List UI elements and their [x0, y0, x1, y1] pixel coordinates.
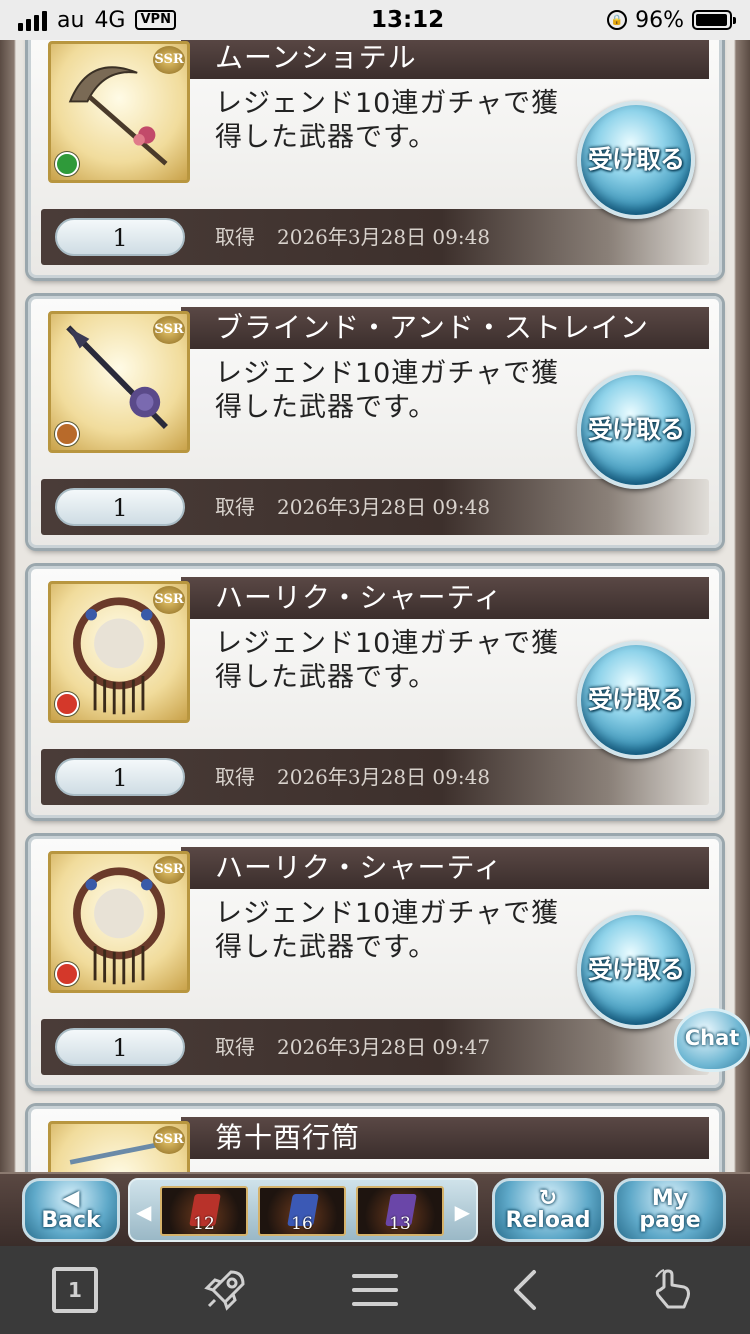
item-description: レジェンド10連ガチャで獲 得した武器です。	[215, 898, 560, 963]
battery-icon	[692, 10, 736, 30]
network-type: 4G	[94, 7, 126, 33]
gift-card: ブラインド・アンド・ストレイン SSR レジェンド10連ガチャで獲 得した武器で…	[28, 296, 722, 548]
gift-card: ハーリク・シャーティ SSR レジェンド10連ガチャで獲 得した武器です。 1 …	[28, 836, 722, 1088]
weapon-thumbnail[interactable]: SSR	[48, 851, 190, 993]
quantity: 1	[55, 218, 185, 256]
browser-toolbar: 1	[0, 1246, 750, 1334]
item-description: レジェンド10連ガチャで獲 得した武器です。	[215, 628, 560, 693]
item-shortcut[interactable]: 12	[160, 1186, 248, 1236]
gesture-button[interactable]	[645, 1260, 705, 1320]
receive-button[interactable]: 受け取る	[577, 101, 695, 219]
carrier: au	[57, 7, 85, 33]
quantity: 1	[55, 488, 185, 526]
gift-card: ムーンショテル SSR レジェンド10連ガチャで獲 得した武器です。 1 取得 2…	[28, 40, 722, 278]
receive-button[interactable]: 受け取る	[577, 371, 695, 489]
item-name: 第十酉行筒	[181, 1117, 709, 1159]
quantity: 1	[55, 1028, 185, 1066]
rarity-badge: SSR	[153, 1126, 185, 1154]
reload-icon: ↻	[538, 1186, 558, 1211]
back-button[interactable]: ◀ Back	[22, 1178, 120, 1242]
reload-button[interactable]: ↻ Reload	[492, 1178, 604, 1242]
weapon-thumbnail[interactable]: SSR	[48, 581, 190, 723]
rarity-badge: SSR	[153, 856, 185, 884]
tabs-icon: 1	[52, 1267, 98, 1313]
game-nav-bar: ◀ Back ◀ 12 16 13 ▶ ↻ Reload My page	[0, 1172, 750, 1246]
item-description: レジェンド10連ガチャで獲 得した武器です。	[215, 88, 560, 153]
rocket-icon	[204, 1270, 245, 1311]
obtained-info: 取得 2026年3月28日 09:48	[215, 495, 491, 519]
item-footer: 1 取得 2026年3月28日 09:47	[41, 1019, 709, 1075]
obtained-info: 取得 2026年3月28日 09:47	[215, 1035, 491, 1059]
menu-button[interactable]	[345, 1260, 405, 1320]
back-arrow-icon: ◀	[62, 1186, 80, 1211]
weapon-thumbnail[interactable]: SSR	[48, 41, 190, 183]
rocket-button[interactable]	[195, 1260, 255, 1320]
clock: 13:12	[370, 7, 445, 33]
item-description: レジェンド10連ガチャで獲 得した武器です。	[215, 358, 560, 423]
fire-element-icon	[55, 962, 79, 986]
item-footer: 1 取得 2026年3月28日 09:48	[41, 209, 709, 265]
item-name: ハーリク・シャーティ	[181, 577, 709, 619]
status-bar: au 4G VPN 13:12 🔒 96%	[0, 0, 750, 40]
item-shortcut[interactable]: 13	[356, 1186, 444, 1236]
receive-button[interactable]: 受け取る	[577, 911, 695, 1029]
quantity: 1	[55, 758, 185, 796]
chat-button[interactable]: Chat	[674, 1008, 750, 1072]
mypage-button[interactable]: My page	[614, 1178, 726, 1242]
gift-card: ハーリク・シャーティ SSR レジェンド10連ガチャで獲 得した武器です。 1 …	[28, 566, 722, 818]
gesture-hand-icon	[655, 1269, 690, 1309]
rarity-badge: SSR	[153, 586, 185, 614]
obtained-info: 取得 2026年3月28日 09:48	[215, 765, 491, 789]
rotation-lock-icon: 🔒	[607, 10, 628, 30]
weapon-thumbnail[interactable]: SSR	[48, 1121, 190, 1172]
item-name: ハーリク・シャーティ	[181, 847, 709, 889]
obtained-info: 取得 2026年3月28日 09:48	[215, 225, 491, 249]
item-footer: 1 取得 2026年3月28日 09:48	[41, 749, 709, 805]
browser-back-button[interactable]	[495, 1260, 555, 1320]
fire-element-icon	[55, 692, 79, 716]
menu-icon	[352, 1274, 398, 1306]
item-shortcut[interactable]: 16	[258, 1186, 346, 1236]
rarity-badge: SSR	[153, 46, 185, 74]
item-shortcut-tray: ◀ 12 16 13 ▶	[128, 1178, 478, 1242]
vpn-badge: VPN	[135, 10, 176, 30]
signal-icon	[18, 9, 47, 31]
receive-button[interactable]: 受け取る	[577, 641, 695, 759]
gift-list[interactable]: ムーンショテル SSR レジェンド10連ガチャで獲 得した武器です。 1 取得 2…	[0, 40, 750, 1172]
tabs-button[interactable]: 1	[45, 1260, 105, 1320]
back-arrow-icon	[514, 1270, 536, 1310]
item-name: ブラインド・アンド・ストレイン	[181, 307, 709, 349]
gift-card: 第十酉行筒 SSR	[28, 1106, 722, 1172]
tray-right-arrow-icon[interactable]: ▶	[455, 1200, 470, 1224]
item-footer: 1 取得 2026年3月28日 09:48	[41, 479, 709, 535]
weapon-thumbnail[interactable]: SSR	[48, 311, 190, 453]
battery-percent: 96%	[635, 7, 684, 33]
tray-left-arrow-icon[interactable]: ◀	[136, 1200, 151, 1224]
earth-element-icon	[55, 422, 79, 446]
rarity-badge: SSR	[153, 316, 185, 344]
wind-element-icon	[55, 152, 79, 176]
item-name: ムーンショテル	[181, 40, 709, 79]
